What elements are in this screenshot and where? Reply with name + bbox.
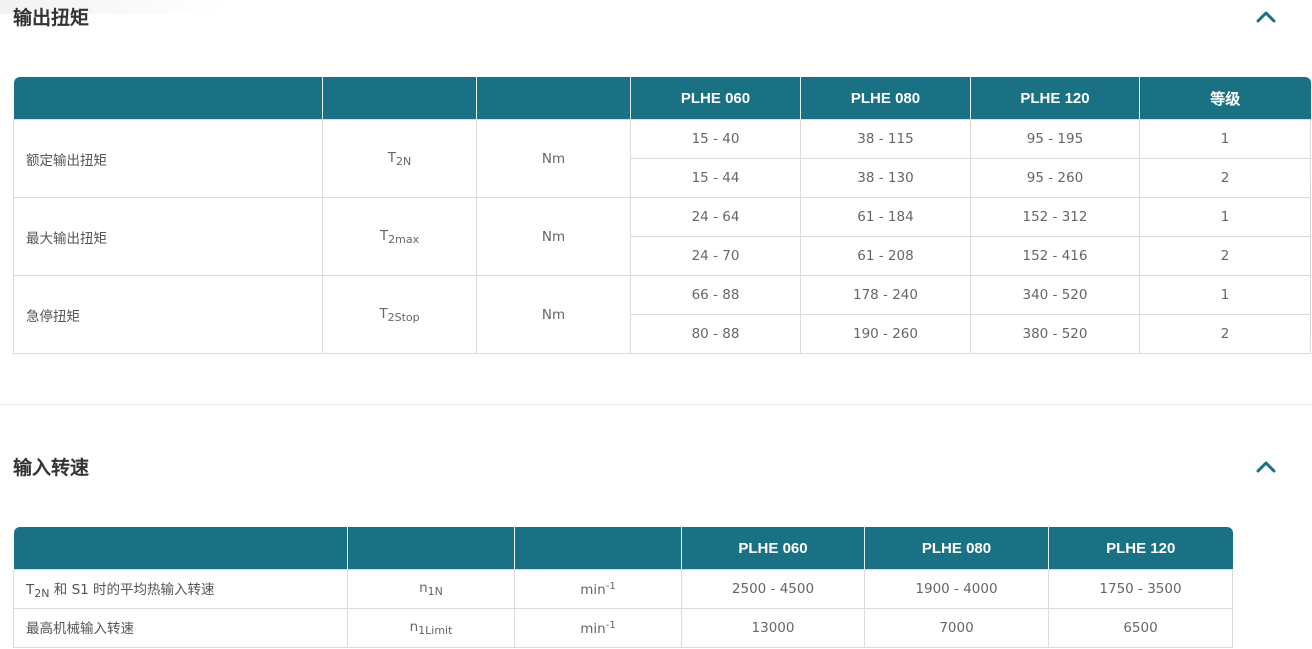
header-plhe120: PLHE 120 [970, 77, 1140, 120]
grade-cell: 1 [1139, 275, 1311, 315]
header-plhe060: PLHE 060 [681, 527, 865, 570]
value-cell: 152 - 416 [970, 236, 1140, 276]
value-cell: 152 - 312 [970, 197, 1140, 237]
value-cell: 1750 - 3500 [1048, 569, 1233, 609]
table-row: 最大输出扭矩 T2max Nm 24 - 64 61 - 184 152 - 3… [13, 197, 1311, 276]
value-cell: 15 - 40 [630, 119, 801, 159]
row-unit: min-1 [514, 608, 682, 648]
torque-table: PLHE 060 PLHE 080 PLHE 120 等级 额定输出扭矩 T2N… [13, 77, 1311, 354]
speed-section: 输入转速 PLHE 060 PLHE 080 PLHE 120 T2N 和 S1… [0, 450, 1312, 649]
header-grade: 等级 [1139, 77, 1311, 120]
torque-section: 输出扭矩 PLHE 060 PLHE 080 PLHE 120 等级 额定输出扭… [0, 0, 1312, 400]
grade-cell: 1 [1139, 197, 1311, 237]
row-symbol: n1Limit [347, 608, 515, 648]
row-label: 急停扭矩 [13, 275, 323, 354]
table-row: 急停扭矩 T2Stop Nm 66 - 88 178 - 240 340 - 5… [13, 275, 1311, 354]
row-symbol: T2Stop [322, 275, 477, 354]
value-cell: 80 - 88 [630, 314, 801, 354]
value-cell: 24 - 64 [630, 197, 801, 237]
header-cell [476, 77, 631, 120]
row-symbol: T2max [322, 197, 477, 276]
value-cell: 178 - 240 [800, 275, 971, 315]
header-plhe060: PLHE 060 [630, 77, 801, 120]
torque-collapse-button[interactable] [1254, 4, 1278, 28]
value-cell: 66 - 88 [630, 275, 801, 315]
right-edge-line [1310, 180, 1311, 335]
row-unit: min-1 [514, 569, 682, 609]
header-plhe080: PLHE 080 [800, 77, 971, 120]
row-unit: Nm [476, 119, 631, 198]
row-symbol: T2N [322, 119, 477, 198]
speed-header-row: PLHE 060 PLHE 080 PLHE 120 [13, 527, 1233, 570]
value-cell: 61 - 184 [800, 197, 971, 237]
value-cell: 38 - 115 [800, 119, 971, 159]
value-cell: 95 - 260 [970, 158, 1140, 198]
header-cell [347, 527, 515, 570]
header-plhe080: PLHE 080 [864, 527, 1049, 570]
grade-cell: 2 [1139, 236, 1311, 276]
value-cell: 380 - 520 [970, 314, 1140, 354]
table-row: 额定输出扭矩 T2N Nm 15 - 40 38 - 115 95 - 195 … [13, 119, 1311, 198]
table-row: T2N 和 S1 时的平均热输入转速 n1N min-1 2500 - 4500… [13, 569, 1233, 609]
row-unit: Nm [476, 275, 631, 354]
value-cell: 15 - 44 [630, 158, 801, 198]
row-label: 额定输出扭矩 [13, 119, 323, 198]
speed-table: PLHE 060 PLHE 080 PLHE 120 T2N 和 S1 时的平均… [13, 527, 1233, 648]
row-label: 最大输出扭矩 [13, 197, 323, 276]
grade-cell: 2 [1139, 158, 1311, 198]
header-cell [13, 77, 323, 120]
value-cell: 61 - 208 [800, 236, 971, 276]
torque-section-title: 输出扭矩 [13, 7, 90, 29]
header-cell [322, 77, 477, 120]
value-cell: 1900 - 4000 [864, 569, 1049, 609]
torque-header-row: PLHE 060 PLHE 080 PLHE 120 等级 [13, 77, 1311, 120]
header-plhe120: PLHE 120 [1048, 527, 1233, 570]
header-cell [13, 527, 348, 570]
table-row: 最高机械输入转速 n1Limit min-1 13000 7000 6500 [13, 608, 1233, 648]
chevron-up-icon [1256, 461, 1276, 473]
header-cell [514, 527, 682, 570]
value-cell: 24 - 70 [630, 236, 801, 276]
value-cell: 190 - 260 [800, 314, 971, 354]
value-cell: 2500 - 4500 [681, 569, 865, 609]
grade-cell: 2 [1139, 314, 1311, 354]
row-unit: Nm [476, 197, 631, 276]
value-cell: 6500 [1048, 608, 1233, 648]
speed-section-title: 输入转速 [13, 457, 90, 479]
value-cell: 38 - 130 [800, 158, 971, 198]
value-cell: 340 - 520 [970, 275, 1140, 315]
speed-collapse-button[interactable] [1254, 454, 1278, 478]
value-cell: 95 - 195 [970, 119, 1140, 159]
row-label: T2N 和 S1 时的平均热输入转速 [13, 569, 348, 609]
value-cell: 13000 [681, 608, 865, 648]
chevron-up-icon [1256, 11, 1276, 23]
row-symbol: n1N [347, 569, 515, 609]
value-cell: 7000 [864, 608, 1049, 648]
section-divider [0, 404, 1312, 405]
row-label: 最高机械输入转速 [13, 608, 348, 648]
grade-cell: 1 [1139, 119, 1311, 159]
